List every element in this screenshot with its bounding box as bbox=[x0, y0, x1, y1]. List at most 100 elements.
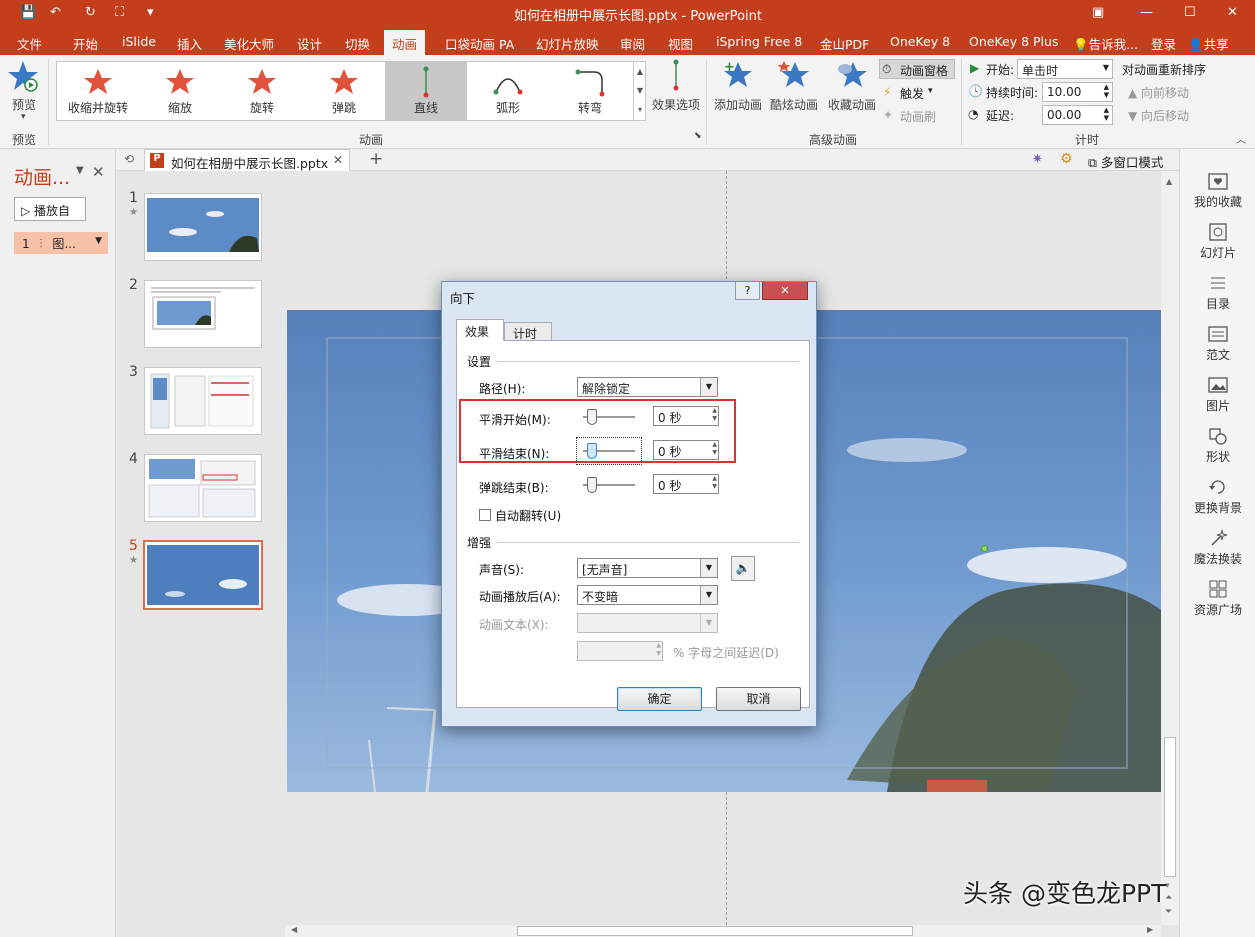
tab-insert[interactable]: 插入 bbox=[177, 34, 202, 53]
resource-plaza-button[interactable]: 资源广场 bbox=[1180, 579, 1255, 618]
anim-arcs[interactable]: 弧形 bbox=[467, 62, 549, 120]
tell-me-box[interactable]: 💡告诉我... bbox=[1073, 34, 1138, 53]
tab-kingsoft-pdf[interactable]: 金山PDF bbox=[820, 34, 869, 53]
tab-ispring[interactable]: iSpring Free 8 bbox=[716, 34, 802, 49]
sound-select[interactable]: [无声音] ▼ bbox=[577, 558, 718, 578]
smooth-end-slider[interactable] bbox=[583, 441, 635, 461]
toc-button[interactable]: 目录 bbox=[1180, 273, 1255, 312]
tab-review[interactable]: 审阅 bbox=[620, 34, 645, 53]
cool-animation-button[interactable]: 酷炫动画 bbox=[768, 59, 822, 129]
motion-path-start-handle[interactable] bbox=[981, 545, 988, 552]
tab-animations[interactable]: 动画 bbox=[384, 30, 426, 55]
undo-icon[interactable]: ↶ bbox=[50, 5, 61, 20]
tab-pocket-anim[interactable]: 口袋动画 PA bbox=[445, 34, 514, 53]
slide-thumb-4[interactable] bbox=[144, 454, 262, 522]
smooth-end-input[interactable]: 0 秒 ▲ ▼ bbox=[653, 440, 719, 460]
close-icon[interactable]: ✕ bbox=[1227, 5, 1238, 20]
collapse-ribbon-icon[interactable]: ︿ bbox=[1236, 131, 1246, 146]
move-later-button[interactable]: ▼ 向后移动 bbox=[1128, 107, 1189, 124]
tab-effect[interactable]: 效果 bbox=[456, 319, 504, 341]
start-select[interactable]: 单击时 ▼ bbox=[1017, 59, 1113, 79]
smooth-start-input[interactable]: 0 秒 ▲ ▼ bbox=[653, 406, 719, 426]
slider-thumb[interactable] bbox=[587, 409, 597, 425]
animation-dialog-launcher[interactable]: ⬊ bbox=[694, 131, 702, 141]
vertical-scrollbar[interactable]: ▲ ▾ ⏶ ⏷ bbox=[1161, 171, 1179, 925]
tab-islide[interactable]: iSlide bbox=[122, 34, 156, 49]
favorite-animation-button[interactable]: 收藏动画 bbox=[826, 59, 880, 129]
maximize-icon[interactable]: ☐ bbox=[1184, 5, 1196, 20]
tab-timing[interactable]: 计时 bbox=[504, 322, 552, 341]
slide-thumb-3[interactable] bbox=[144, 367, 262, 435]
minimize-icon[interactable]: — bbox=[1140, 5, 1153, 20]
anim-zoom[interactable]: 缩放 bbox=[139, 62, 221, 120]
play-from-button[interactable]: ▷ 播放自 bbox=[14, 197, 86, 221]
pane-options-icon[interactable]: ▼ bbox=[76, 165, 84, 176]
gallery-scroll[interactable]: ▲ ▼ ▾ bbox=[633, 62, 646, 120]
pictures-button[interactable]: 图片 bbox=[1180, 375, 1255, 414]
settings-gear-icon[interactable]: ⚙ bbox=[1060, 151, 1073, 167]
ok-button[interactable]: 确定 bbox=[617, 687, 702, 711]
save-icon[interactable]: 💾 bbox=[20, 5, 36, 20]
after-animation-select[interactable]: 不变暗 ▼ bbox=[577, 585, 718, 605]
cancel-button[interactable]: 取消 bbox=[716, 687, 801, 711]
slides-library-button[interactable]: 幻灯片 bbox=[1180, 222, 1255, 261]
spinner-icon[interactable]: ▲ ▼ bbox=[712, 475, 717, 491]
magic-dress-button[interactable]: 魔法换装 bbox=[1180, 528, 1255, 567]
tab-home[interactable]: 开始 bbox=[73, 34, 98, 53]
animation-item[interactable]: 1 ⫶ 图... ▼ bbox=[14, 232, 108, 254]
my-favorites-button[interactable]: 我的收藏 bbox=[1180, 171, 1255, 210]
scroll-up-icon[interactable]: ▲ bbox=[1166, 177, 1172, 186]
tab-list-icon[interactable]: ⟲ bbox=[124, 152, 134, 166]
share-button[interactable]: 👤共享 bbox=[1188, 34, 1229, 53]
anim-turns[interactable]: 转弯 bbox=[549, 62, 631, 120]
duration-input[interactable]: 10.00 ▲ ▼ bbox=[1042, 82, 1113, 102]
anim-shrink-turn[interactable]: 收缩并旋转 bbox=[57, 62, 139, 120]
scroll-thumb[interactable] bbox=[1164, 737, 1176, 877]
bounce-end-slider[interactable] bbox=[583, 475, 635, 495]
spinner-icon[interactable]: ▲ ▼ bbox=[712, 407, 717, 423]
slider-thumb[interactable] bbox=[587, 477, 597, 493]
tab-slideshow[interactable]: 幻灯片放映 bbox=[536, 34, 599, 53]
scroll-right-icon[interactable]: ▶ bbox=[1147, 925, 1153, 934]
trigger-button[interactable]: ⚡ 触发 ▾ bbox=[883, 83, 953, 103]
dialog-close-button[interactable]: ✕ bbox=[762, 282, 808, 300]
hscroll-thumb[interactable] bbox=[517, 926, 913, 936]
redo-icon[interactable]: ↻ bbox=[85, 5, 96, 20]
slider-thumb[interactable] bbox=[587, 443, 597, 459]
multiwindow-button[interactable]: ⧉ 多窗口模式 bbox=[1088, 152, 1163, 171]
tab-meihua[interactable]: 美化大师 bbox=[224, 34, 274, 53]
customize-icon[interactable]: ▾ bbox=[147, 5, 154, 20]
scroll-left-icon[interactable]: ◀ bbox=[291, 925, 297, 934]
chevron-down-icon[interactable]: ▼ bbox=[95, 236, 102, 246]
help-button[interactable]: ? bbox=[735, 282, 760, 300]
auto-reverse-checkbox[interactable] bbox=[479, 509, 491, 521]
login-link[interactable]: 登录 bbox=[1151, 34, 1176, 53]
tab-transitions[interactable]: 切换 bbox=[345, 34, 370, 53]
tab-onekey[interactable]: OneKey 8 bbox=[890, 34, 950, 49]
effect-options-button[interactable]: 效果选项 bbox=[650, 59, 702, 129]
close-tab-icon[interactable]: ✕ bbox=[333, 153, 343, 167]
templates-button[interactable]: 范文 bbox=[1180, 324, 1255, 363]
change-background-button[interactable]: 更换背景 bbox=[1180, 477, 1255, 516]
anim-spin[interactable]: 旋转 bbox=[221, 62, 303, 120]
tab-design[interactable]: 设计 bbox=[297, 34, 322, 53]
animate-text-select[interactable]: ▼ bbox=[577, 613, 718, 633]
letter-delay-input[interactable]: ▲ ▼ bbox=[577, 641, 663, 661]
delay-input[interactable]: 00.00 ▲ ▼ bbox=[1042, 105, 1113, 125]
animation-painter-button[interactable]: ✦ 动画刷 bbox=[883, 106, 953, 126]
new-tab-icon[interactable]: + bbox=[369, 149, 383, 169]
anim-bounce[interactable]: 弹跳 bbox=[303, 62, 385, 120]
smooth-start-slider[interactable] bbox=[583, 407, 635, 427]
move-earlier-button[interactable]: ▲ 向前移动 bbox=[1128, 84, 1189, 101]
anim-lines[interactable]: 直线 bbox=[385, 62, 467, 120]
preview-button[interactable]: 预览 ▾ bbox=[6, 59, 46, 129]
speaker-button[interactable]: 🔈 bbox=[731, 556, 755, 581]
doc-tab[interactable]: P 如何在相册中展示长图.pptx ✕ bbox=[144, 149, 350, 171]
spinner-icon[interactable]: ▲ ▼ bbox=[712, 441, 717, 457]
slide-thumb-5[interactable] bbox=[143, 540, 263, 610]
ribbon-display-icon[interactable]: ▣ bbox=[1092, 5, 1104, 20]
slideshow-icon[interactable]: ⛶ bbox=[115, 5, 124, 20]
horizontal-scrollbar[interactable]: ◀ ▶ bbox=[285, 925, 1161, 937]
tab-file[interactable]: 文件 bbox=[17, 34, 42, 53]
bounce-end-input[interactable]: 0 秒 ▲ ▼ bbox=[653, 474, 719, 494]
